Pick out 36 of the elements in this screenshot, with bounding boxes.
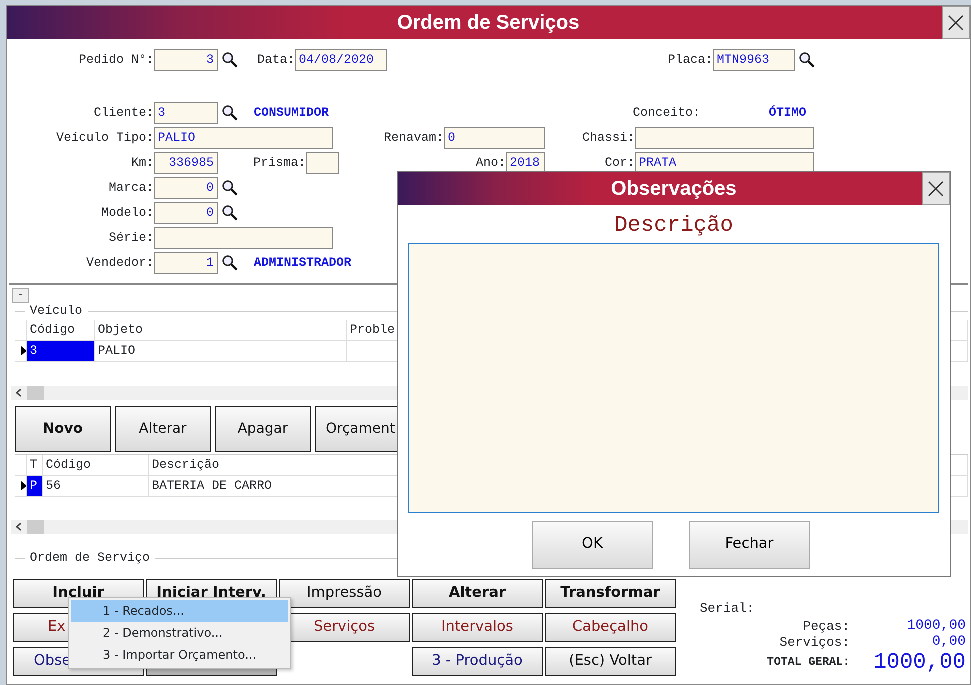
table-cell: P <box>27 476 43 497</box>
field-label: Prisma: <box>252 154 306 172</box>
field-label: Renavam: <box>382 130 444 147</box>
value-text: ÓTIMO <box>769 104 807 122</box>
field-label: Modelo: <box>100 204 154 222</box>
table-cell: 3 <box>27 341 95 362</box>
value-text: CONSUMIDOR <box>254 104 330 122</box>
field-label: Cliente: <box>92 104 154 122</box>
table-cell: PALIO <box>95 341 347 362</box>
column-header: Código <box>43 455 149 476</box>
field-label: Data: <box>256 52 295 69</box>
field-label: Vendedor: <box>85 254 154 272</box>
section-heading: Descrição <box>614 213 734 239</box>
column-header: Objeto <box>95 320 347 341</box>
field-label: Marca: <box>108 180 154 197</box>
window-title: Ordem de Serviços <box>397 10 580 36</box>
value-text: 1000,00 <box>906 617 966 636</box>
field-label: Veículo Tipo: <box>55 130 154 147</box>
dialog-title: Observações <box>611 176 737 202</box>
value-text: 0,00 <box>931 633 966 652</box>
field-label: Série: <box>108 230 154 247</box>
value-text: ADMINISTRADOR <box>254 254 352 272</box>
field-label: Serviços: <box>778 634 850 652</box>
group-title: Ordem de Serviço <box>25 550 156 566</box>
value-text: 1000,00 <box>872 650 966 674</box>
field-label: Cor: <box>604 154 635 172</box>
field-label: TOTAL GERAL: <box>766 654 850 671</box>
field-label: Ano: <box>474 154 506 172</box>
field-label: Km: <box>130 154 154 172</box>
field-label: Serial: <box>700 600 756 618</box>
field-label: Chassi: <box>581 130 635 147</box>
table-cell: 56 <box>43 476 149 497</box>
field-label: Pedido N°: <box>78 52 154 69</box>
field-label: Placa: <box>666 52 713 69</box>
field-label: Peças: <box>802 618 850 636</box>
field-label: Conceito: <box>633 104 701 122</box>
